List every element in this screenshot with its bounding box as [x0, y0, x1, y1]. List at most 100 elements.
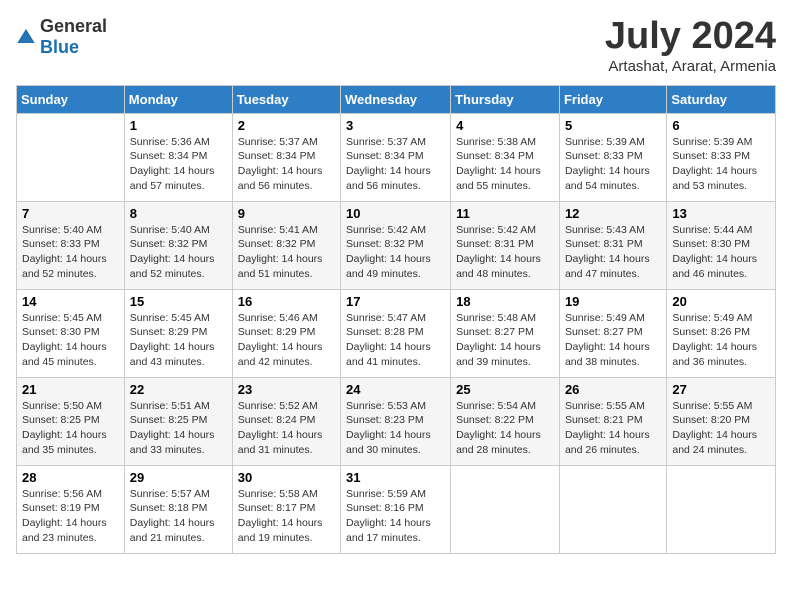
calendar-week-row: 1Sunrise: 5:36 AM Sunset: 8:34 PM Daylig… [17, 113, 776, 201]
day-detail: Sunrise: 5:50 AM Sunset: 8:25 PM Dayligh… [22, 399, 119, 458]
logo-blue: Blue [40, 37, 79, 57]
day-detail: Sunrise: 5:48 AM Sunset: 8:27 PM Dayligh… [456, 311, 554, 370]
calendar-cell: 7Sunrise: 5:40 AM Sunset: 8:33 PM Daylig… [17, 201, 125, 289]
calendar-cell: 2Sunrise: 5:37 AM Sunset: 8:34 PM Daylig… [232, 113, 340, 201]
calendar-cell: 23 Sunrise: 5:52 AM Sunset: 8:24 PM Dayli… [232, 377, 340, 465]
day-detail: Sunrise: 5:41 AM Sunset: 8:32 PM Dayligh… [238, 223, 335, 282]
day-number: 15 [130, 294, 227, 309]
day-detail: Sunrise: 5:40 AM Sunset: 8:32 PM Dayligh… [130, 223, 227, 282]
calendar-cell: 9 Sunrise: 5:41 AM Sunset: 8:32 PM Daylig… [232, 201, 340, 289]
calendar-cell [667, 465, 776, 553]
day-detail: Sunrise: 5:36 AM Sunset: 8:34 PM Dayligh… [130, 135, 227, 194]
day-detail: Sunrise: 5:51 AM Sunset: 8:25 PM Dayligh… [130, 399, 227, 458]
calendar-cell: 25 Sunrise: 5:54 AM Sunset: 8:22 PM Dayli… [451, 377, 560, 465]
day-number: 26 [565, 382, 661, 397]
day-detail: Sunrise: 5:59 AM Sunset: 8:16 PM Dayligh… [346, 487, 445, 546]
day-number: 21 [22, 382, 119, 397]
day-number: 17 [346, 294, 445, 309]
calendar-cell: 17Sunrise: 5:47 AM Sunset: 8:28 PM Dayli… [341, 289, 451, 377]
calendar-cell: 3Sunrise: 5:37 AM Sunset: 8:34 PM Daylig… [341, 113, 451, 201]
day-detail: Sunrise: 5:37 AM Sunset: 8:34 PM Dayligh… [238, 135, 335, 194]
calendar-cell: 20Sunrise: 5:49 AM Sunset: 8:26 PM Dayli… [667, 289, 776, 377]
calendar-cell: 1Sunrise: 5:36 AM Sunset: 8:34 PM Daylig… [124, 113, 232, 201]
calendar-cell: 19Sunrise: 5:49 AM Sunset: 8:27 PM Dayli… [559, 289, 666, 377]
day-detail: Sunrise: 5:39 AM Sunset: 8:33 PM Dayligh… [672, 135, 770, 194]
day-number: 13 [672, 206, 770, 221]
day-number: 6 [672, 118, 770, 133]
calendar-cell: 26Sunrise: 5:55 AM Sunset: 8:21 PM Dayli… [559, 377, 666, 465]
weekday-header: Saturday [667, 85, 776, 113]
weekday-header-row: SundayMondayTuesdayWednesdayThursdayFrid… [17, 85, 776, 113]
day-number: 25 [456, 382, 554, 397]
calendar-cell: 6 Sunrise: 5:39 AM Sunset: 8:33 PM Daylig… [667, 113, 776, 201]
calendar-cell: 13 Sunrise: 5:44 AM Sunset: 8:30 PM Dayli… [667, 201, 776, 289]
calendar-cell: 14 Sunrise: 5:45 AM Sunset: 8:30 PM Dayli… [17, 289, 125, 377]
calendar-week-row: 21 Sunrise: 5:50 AM Sunset: 8:25 PM Dayli… [17, 377, 776, 465]
logo-general: General [40, 16, 107, 36]
day-detail: Sunrise: 5:56 AM Sunset: 8:19 PM Dayligh… [22, 487, 119, 546]
day-number: 8 [130, 206, 227, 221]
weekday-header: Wednesday [341, 85, 451, 113]
day-number: 30 [238, 470, 335, 485]
day-number: 9 [238, 206, 335, 221]
calendar-cell: 5Sunrise: 5:39 AM Sunset: 8:33 PM Daylig… [559, 113, 666, 201]
calendar-cell [559, 465, 666, 553]
day-number: 12 [565, 206, 661, 221]
calendar-cell: 16Sunrise: 5:46 AM Sunset: 8:29 PM Dayli… [232, 289, 340, 377]
calendar-cell: 10 Sunrise: 5:42 AM Sunset: 8:32 PM Dayli… [341, 201, 451, 289]
calendar-week-row: 14 Sunrise: 5:45 AM Sunset: 8:30 PM Dayli… [17, 289, 776, 377]
weekday-header: Thursday [451, 85, 560, 113]
day-number: 31 [346, 470, 445, 485]
day-detail: Sunrise: 5:43 AM Sunset: 8:31 PM Dayligh… [565, 223, 661, 282]
day-number: 29 [130, 470, 227, 485]
day-detail: Sunrise: 5:53 AM Sunset: 8:23 PM Dayligh… [346, 399, 445, 458]
day-detail: Sunrise: 5:39 AM Sunset: 8:33 PM Dayligh… [565, 135, 661, 194]
month-title: July 2024 [605, 16, 776, 58]
day-number: 10 [346, 206, 445, 221]
calendar-cell: 24 Sunrise: 5:53 AM Sunset: 8:23 PM Dayli… [341, 377, 451, 465]
weekday-header: Sunday [17, 85, 125, 113]
day-detail: Sunrise: 5:42 AM Sunset: 8:31 PM Dayligh… [456, 223, 554, 282]
day-detail: Sunrise: 5:57 AM Sunset: 8:18 PM Dayligh… [130, 487, 227, 546]
weekday-header: Monday [124, 85, 232, 113]
day-number: 11 [456, 206, 554, 221]
calendar-cell: 12 Sunrise: 5:43 AM Sunset: 8:31 PM Dayli… [559, 201, 666, 289]
day-detail: Sunrise: 5:49 AM Sunset: 8:27 PM Dayligh… [565, 311, 661, 370]
day-number: 14 [22, 294, 119, 309]
day-detail: Sunrise: 5:45 AM Sunset: 8:30 PM Dayligh… [22, 311, 119, 370]
calendar-cell: 21 Sunrise: 5:50 AM Sunset: 8:25 PM Dayli… [17, 377, 125, 465]
calendar-cell: 22 Sunrise: 5:51 AM Sunset: 8:25 PM Dayli… [124, 377, 232, 465]
day-number: 28 [22, 470, 119, 485]
day-number: 18 [456, 294, 554, 309]
day-detail: Sunrise: 5:52 AM Sunset: 8:24 PM Dayligh… [238, 399, 335, 458]
day-number: 20 [672, 294, 770, 309]
calendar-cell [451, 465, 560, 553]
day-detail: Sunrise: 5:54 AM Sunset: 8:22 PM Dayligh… [456, 399, 554, 458]
day-detail: Sunrise: 5:46 AM Sunset: 8:29 PM Dayligh… [238, 311, 335, 370]
calendar-cell: 27 Sunrise: 5:55 AM Sunset: 8:20 PM Dayli… [667, 377, 776, 465]
day-number: 23 [238, 382, 335, 397]
day-number: 27 [672, 382, 770, 397]
day-detail: Sunrise: 5:44 AM Sunset: 8:30 PM Dayligh… [672, 223, 770, 282]
day-number: 4 [456, 118, 554, 133]
day-number: 22 [130, 382, 227, 397]
calendar-cell: 4Sunrise: 5:38 AM Sunset: 8:34 PM Daylig… [451, 113, 560, 201]
calendar-cell: 8 Sunrise: 5:40 AM Sunset: 8:32 PM Daylig… [124, 201, 232, 289]
calendar-cell: 15Sunrise: 5:45 AM Sunset: 8:29 PM Dayli… [124, 289, 232, 377]
day-number: 3 [346, 118, 445, 133]
day-number: 7 [22, 206, 119, 221]
calendar-week-row: 28 Sunrise: 5:56 AM Sunset: 8:19 PM Dayli… [17, 465, 776, 553]
calendar-week-row: 7Sunrise: 5:40 AM Sunset: 8:33 PM Daylig… [17, 201, 776, 289]
day-number: 24 [346, 382, 445, 397]
calendar-cell: 28 Sunrise: 5:56 AM Sunset: 8:19 PM Dayli… [17, 465, 125, 553]
logo: General Blue [16, 16, 107, 58]
weekday-header: Friday [559, 85, 666, 113]
calendar-cell: 18 Sunrise: 5:48 AM Sunset: 8:27 PM Dayli… [451, 289, 560, 377]
day-detail: Sunrise: 5:55 AM Sunset: 8:20 PM Dayligh… [672, 399, 770, 458]
title-area: July 2024 Artashat, Ararat, Armenia [605, 16, 776, 75]
calendar-cell: 31 Sunrise: 5:59 AM Sunset: 8:16 PM Dayli… [341, 465, 451, 553]
weekday-header: Tuesday [232, 85, 340, 113]
day-detail: Sunrise: 5:42 AM Sunset: 8:32 PM Dayligh… [346, 223, 445, 282]
calendar-cell: 29 Sunrise: 5:57 AM Sunset: 8:18 PM Dayli… [124, 465, 232, 553]
header: General Blue July 2024 Artashat, Ararat,… [16, 16, 776, 75]
